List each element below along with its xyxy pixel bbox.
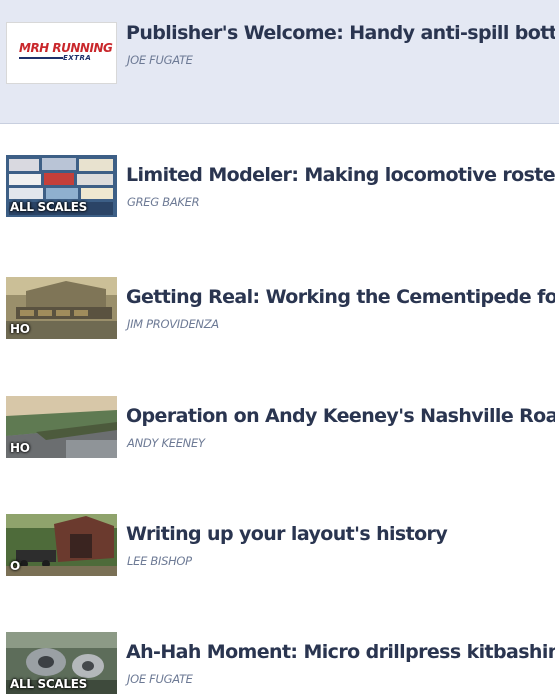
- scale-badge: O: [10, 559, 20, 573]
- scale-badge: ALL SCALES: [10, 200, 87, 214]
- article-title[interactable]: Writing up your layout's history: [126, 523, 555, 545]
- scale-badge: HO: [10, 441, 30, 455]
- article-item-micro-drillpress[interactable]: ALL SCALES Ah-Hah Moment: Micro drillpre…: [0, 627, 559, 694]
- article-author: GREG BAKER: [127, 195, 200, 209]
- article-author: JOE FUGATE: [127, 53, 193, 67]
- locomotive-boxes-photo-thumbnail[interactable]: ALL SCALES: [6, 155, 117, 217]
- article-title[interactable]: Getting Real: Working the Cementipede fo…: [126, 286, 555, 308]
- mrh-running-extra-logo-thumbnail[interactable]: MRH RUNNING EXTRA: [6, 22, 117, 84]
- logo-wordmark: MRH RUNNING EXTRA: [19, 41, 113, 62]
- layout-aisle-photo-thumbnail[interactable]: HO: [6, 396, 117, 458]
- article-title[interactable]: Operation on Andy Keeney's Nashville Roa…: [126, 405, 555, 427]
- article-author: JOE FUGATE: [127, 672, 193, 686]
- article-item-publishers-welcome[interactable]: MRH RUNNING EXTRA Publisher's Welcome: H…: [0, 0, 559, 124]
- drillpress-photo-thumbnail[interactable]: ALL SCALES: [6, 632, 117, 694]
- article-item-nashville-road[interactable]: HO Operation on Andy Keeney's Nashville …: [0, 391, 559, 471]
- article-title[interactable]: Ah-Hah Moment: Micro drillpress kitbashi…: [126, 641, 555, 663]
- cement-plant-layout-photo-thumbnail[interactable]: HO: [6, 277, 117, 339]
- logo-sub-text: EXTRA: [63, 54, 92, 62]
- article-list: MRH RUNNING EXTRA Publisher's Welcome: H…: [0, 0, 559, 694]
- article-item-getting-real[interactable]: HO Getting Real: Working the Cementipede…: [0, 272, 559, 352]
- article-author: ANDY KEENEY: [127, 436, 205, 450]
- logo-main-text: MRH RUNNING: [19, 41, 113, 55]
- covered-bridge-photo-icon: [6, 514, 117, 576]
- covered-bridge-photo-thumbnail[interactable]: O: [6, 514, 117, 576]
- article-title[interactable]: Publisher's Welcome: Handy anti-spill bo…: [126, 22, 555, 44]
- scale-badge: HO: [10, 322, 30, 336]
- article-author: LEE BISHOP: [127, 554, 192, 568]
- logo-underline: [19, 57, 63, 59]
- article-item-layout-history[interactable]: O Writing up your layout's history LEE B…: [0, 509, 559, 589]
- article-item-limited-modeler[interactable]: ALL SCALES Limited Modeler: Making locom…: [0, 150, 559, 230]
- article-author: JIM PROVIDENZA: [127, 317, 219, 331]
- scale-badge: ALL SCALES: [10, 677, 87, 691]
- article-title[interactable]: Limited Modeler: Making locomotive roste…: [126, 164, 555, 186]
